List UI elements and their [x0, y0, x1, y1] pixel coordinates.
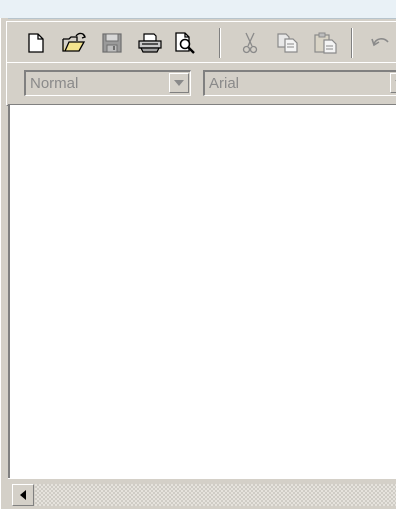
- font-dropdown-button[interactable]: [390, 73, 396, 93]
- undo-icon: [371, 38, 389, 47]
- save-button[interactable]: [99, 30, 125, 56]
- editor-window: Normal Arial: [0, 0, 396, 509]
- paste-icon: [314, 32, 337, 54]
- font-value: Arial: [209, 75, 240, 92]
- cut-button[interactable]: [237, 30, 263, 56]
- print-button[interactable]: [137, 30, 163, 56]
- chevron-down-icon: [174, 80, 184, 86]
- arrow-left-icon: [20, 490, 26, 500]
- save-icon: [102, 33, 122, 53]
- title-bar: [0, 0, 396, 19]
- print-preview-icon: [175, 32, 195, 54]
- formatting-toolbar: Normal Arial: [6, 62, 396, 106]
- new-document-button[interactable]: [23, 30, 49, 56]
- scroll-left-button[interactable]: [12, 484, 34, 506]
- scrollbar-track[interactable]: [35, 484, 396, 506]
- new-document-icon: [28, 33, 44, 53]
- font-dropdown[interactable]: Arial: [203, 70, 396, 96]
- copy-button[interactable]: [275, 30, 301, 56]
- style-dropdown-button[interactable]: [169, 73, 189, 93]
- cut-icon: [242, 32, 258, 54]
- copy-icon: [277, 33, 298, 53]
- horizontal-scrollbar[interactable]: [8, 478, 396, 509]
- print-icon: [138, 33, 162, 53]
- style-dropdown[interactable]: Normal: [24, 70, 191, 96]
- open-button[interactable]: [61, 30, 87, 56]
- open-folder-icon: [62, 32, 87, 52]
- print-preview-button[interactable]: [173, 30, 199, 56]
- document-editing-area[interactable]: [8, 104, 396, 478]
- undo-button[interactable]: [367, 30, 393, 56]
- paste-button[interactable]: [313, 30, 339, 56]
- standard-toolbar: [6, 21, 396, 63]
- toolbar-separator: [219, 28, 221, 58]
- toolbar-separator: [351, 28, 353, 58]
- style-value: Normal: [30, 75, 79, 92]
